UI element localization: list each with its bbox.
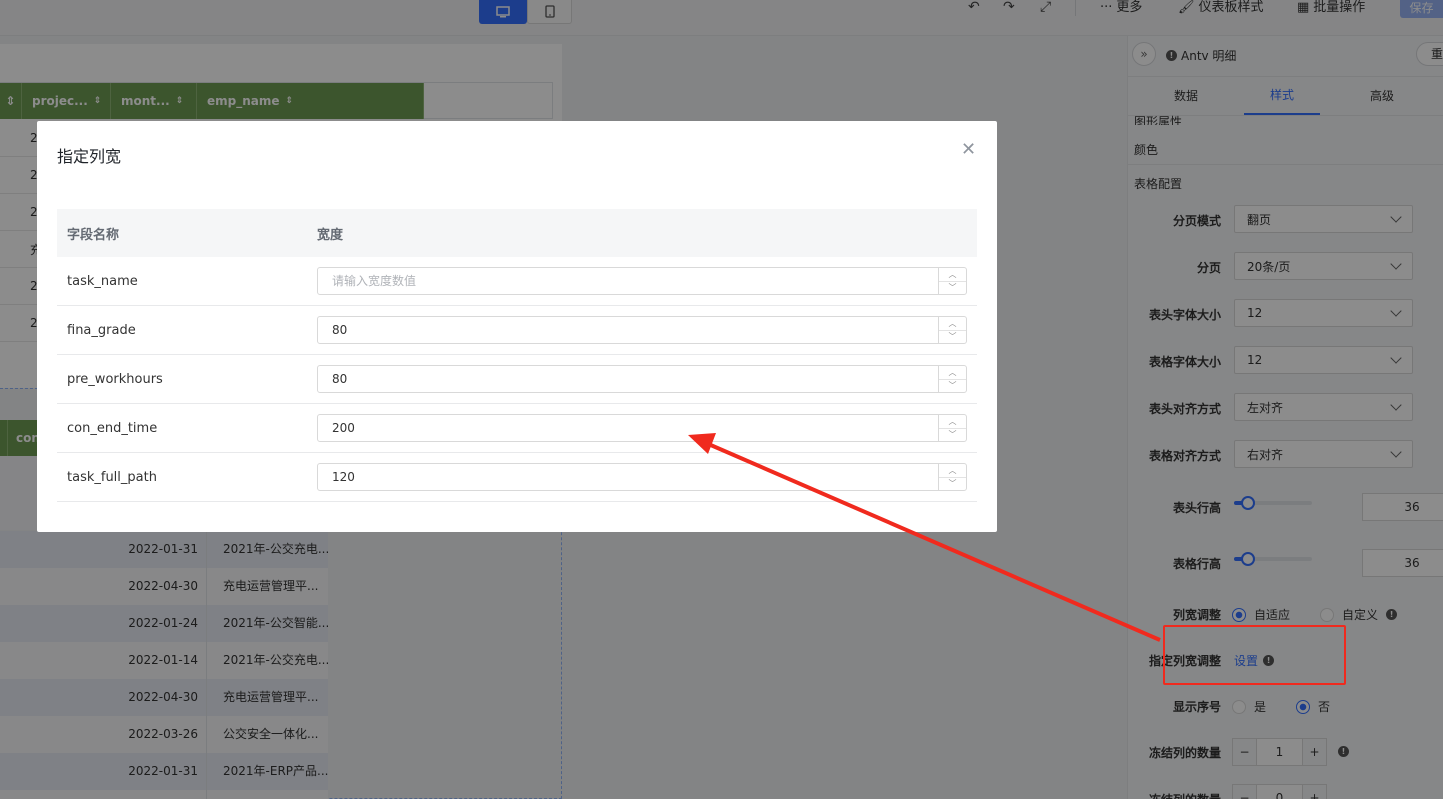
field-name: fina_grade: [67, 322, 136, 338]
field-name: task_full_path: [67, 469, 157, 485]
field-name: con_end_time: [67, 420, 158, 436]
chevron-up-icon[interactable]: ︿: [939, 366, 966, 380]
chevron-down-icon[interactable]: ﹀: [939, 380, 966, 393]
chevron-down-icon[interactable]: ﹀: [939, 478, 966, 491]
dialog-title: 指定列宽: [57, 147, 122, 166]
column-width-dialog: 指定列宽 ✕ 字段名称 宽度 task_name ︿﹀ fina_grade ︿…: [37, 121, 997, 532]
table-row: task_full_path ︿﹀: [57, 453, 977, 502]
chevron-up-icon[interactable]: ︿: [939, 268, 966, 282]
width-table-header: 字段名称 宽度: [57, 209, 977, 257]
width-input-field[interactable]: [318, 415, 938, 441]
width-table: 字段名称 宽度 task_name ︿﹀ fina_grade ︿﹀ pre_w…: [57, 209, 977, 502]
field-name: task_name: [67, 273, 138, 289]
width-input-field[interactable]: [318, 268, 938, 294]
width-input[interactable]: ︿﹀: [317, 316, 967, 344]
table-row: pre_workhours ︿﹀: [57, 355, 977, 404]
width-input-field[interactable]: [318, 317, 938, 343]
width-input-field[interactable]: [318, 464, 938, 490]
chevron-up-icon[interactable]: ︿: [939, 317, 966, 331]
chevron-up-icon[interactable]: ︿: [939, 415, 966, 429]
width-input[interactable]: ︿﹀: [317, 267, 967, 295]
width-header: 宽度: [317, 227, 344, 243]
chevron-down-icon[interactable]: ﹀: [939, 331, 966, 344]
stepper-buttons[interactable]: ︿ ﹀: [938, 366, 966, 392]
stepper-buttons[interactable]: ︿ ﹀: [938, 415, 966, 441]
width-input[interactable]: ︿﹀: [317, 365, 967, 393]
stepper-buttons[interactable]: ︿ ﹀: [938, 268, 966, 294]
chevron-down-icon[interactable]: ﹀: [939, 282, 966, 295]
chevron-up-icon[interactable]: ︿: [939, 464, 966, 478]
table-row: fina_grade ︿﹀: [57, 306, 977, 355]
chevron-down-icon[interactable]: ﹀: [939, 429, 966, 442]
stepper-buttons[interactable]: ︿ ﹀: [938, 317, 966, 343]
width-input[interactable]: ︿﹀: [317, 463, 967, 491]
stepper-buttons[interactable]: ︿ ﹀: [938, 464, 966, 490]
field-name: pre_workhours: [67, 371, 163, 387]
field-name-header: 字段名称: [67, 227, 120, 243]
close-icon[interactable]: ✕: [961, 141, 976, 159]
table-row: con_end_time ︿﹀: [57, 404, 977, 453]
width-input-field[interactable]: [318, 366, 938, 392]
width-input[interactable]: ︿﹀: [317, 414, 967, 442]
annotation-highlight-box: [1163, 625, 1346, 685]
table-row: task_name ︿﹀: [57, 257, 977, 306]
